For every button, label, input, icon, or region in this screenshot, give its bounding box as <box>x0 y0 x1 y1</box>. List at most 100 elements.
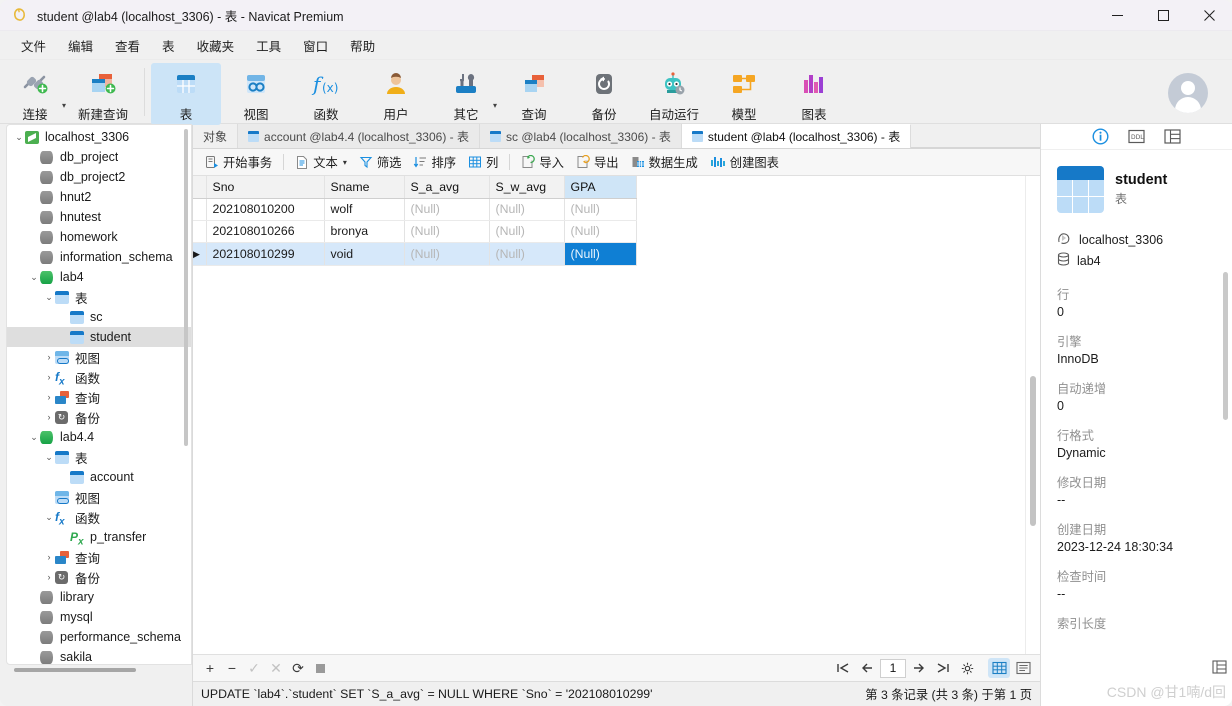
tree-item-db_project2[interactable]: db_project2 <box>7 167 191 187</box>
table-row[interactable]: 202108010266 bronya (Null) (Null) (Null) <box>193 220 637 243</box>
row-marker[interactable] <box>193 198 207 221</box>
begin-transaction-button[interactable]: 开始事务 <box>199 151 278 173</box>
menu-favorites[interactable]: 收藏夹 <box>186 32 246 59</box>
tree-item-sakila[interactable]: sakila <box>7 647 191 664</box>
toolbar-new-query[interactable]: 新建查询 <box>68 63 138 125</box>
tree-item-performance_schema[interactable]: performance_schema <box>7 627 191 647</box>
tree-item-[interactable]: 视图 <box>7 487 191 507</box>
delete-record-button[interactable]: − <box>221 658 243 678</box>
grid-view-button[interactable] <box>988 658 1010 678</box>
tree-item-[interactable]: › fx 函数 <box>7 367 191 387</box>
toolbar-function[interactable]: f (x) 函数 <box>291 63 361 125</box>
menu-table[interactable]: 表 <box>151 32 186 59</box>
tree-item-[interactable]: ⌄ fx 函数 <box>7 507 191 527</box>
columns-button[interactable]: 列 <box>462 151 504 173</box>
toolbar-model[interactable]: 模型 <box>709 63 779 125</box>
table-row[interactable]: ▶ 202108010299 void (Null) (Null) (Null) <box>193 242 637 266</box>
table-cell[interactable]: (Null) <box>489 198 565 221</box>
sidebar-horizontal-scrollbar[interactable] <box>14 668 184 677</box>
tree-item-[interactable]: › 视图 <box>7 347 191 367</box>
toolbar-chart[interactable]: 图表 <box>779 63 849 125</box>
tab-student[interactable]: student @lab4 (localhost_3306) - 表 <box>681 124 912 148</box>
menu-help[interactable]: 帮助 <box>339 32 386 59</box>
chevron-down-icon[interactable]: ⌄ <box>43 452 55 463</box>
page-number-input[interactable]: 1 <box>880 658 906 678</box>
column-header-GPA[interactable]: GPA <box>564 176 637 199</box>
prev-page-button[interactable] <box>856 658 878 678</box>
table-cell[interactable]: (Null) <box>404 242 490 266</box>
tree-item-p_transfer[interactable]: Px p_transfer <box>7 527 191 547</box>
column-header-S_a_avg[interactable]: S_a_avg <box>404 176 490 199</box>
chevron-down-icon[interactable]: ⌄ <box>43 512 55 523</box>
menu-tools[interactable]: 工具 <box>245 32 292 59</box>
sidebar-vertical-scrollbar[interactable] <box>183 129 190 624</box>
tree-item-[interactable]: › 查询 <box>7 547 191 567</box>
tree-item-information_schema[interactable]: information_schema <box>7 247 191 267</box>
data-grid[interactable]: Sno Sname S_a_avg S_w_avg GPA 202108010200 wol… <box>193 176 1025 654</box>
tree-item-[interactable]: ⌄ 表 <box>7 287 191 307</box>
tree-item-hnut2[interactable]: hnut2 <box>7 187 191 207</box>
row-marker[interactable] <box>193 220 207 243</box>
tree-item-hnutest[interactable]: hnutest <box>7 207 191 227</box>
tree-item-sc[interactable]: sc <box>7 307 191 327</box>
info-panel-scrollbar[interactable] <box>1223 154 1230 646</box>
menu-edit[interactable]: 编辑 <box>57 32 104 59</box>
import-button[interactable]: 导入 <box>515 151 570 173</box>
tree-item-[interactable]: › 查询 <box>7 387 191 407</box>
tree-item-account[interactable]: account <box>7 467 191 487</box>
toolbar-view[interactable]: 视图 <box>221 63 291 125</box>
chevron-down-icon[interactable]: ▾ <box>343 158 347 167</box>
tree-item-[interactable]: ⌄ 表 <box>7 447 191 467</box>
toolbar-user[interactable]: 用户 <box>361 63 431 125</box>
chevron-right-icon[interactable]: › <box>43 412 55 422</box>
table-cell[interactable]: wolf <box>324 198 405 221</box>
chevron-right-icon[interactable]: › <box>43 372 55 382</box>
table-cell[interactable]: 202108010200 <box>206 198 325 221</box>
column-header-Sname[interactable]: Sname <box>324 176 405 199</box>
ddl-tab[interactable]: DDL <box>1128 128 1146 146</box>
tree-item-student[interactable]: student <box>7 327 191 347</box>
chevron-right-icon[interactable]: › <box>43 552 55 562</box>
tree-item-db_project[interactable]: db_project <box>7 147 191 167</box>
data-table[interactable]: Sno Sname S_a_avg S_w_avg GPA 202108010200 wol… <box>193 176 637 266</box>
user-avatar[interactable] <box>1168 73 1208 113</box>
last-page-button[interactable] <box>932 658 954 678</box>
table-cell[interactable]: (Null) <box>489 220 565 243</box>
column-header-S_w_avg[interactable]: S_w_avg <box>489 176 565 199</box>
chevron-right-icon[interactable]: › <box>43 352 55 362</box>
object-tree[interactable]: ⌄ localhost_3306 db_project db_project2 hnut… <box>6 124 192 665</box>
table-cell[interactable]: 202108010299 <box>206 242 325 266</box>
toolbar-automation[interactable]: 自动运行 <box>639 63 709 125</box>
column-header-Sno[interactable]: Sno <box>206 176 325 199</box>
toolbar-other[interactable]: 其它 <box>431 63 501 125</box>
text-button[interactable]: 文本 ▾ <box>289 151 353 173</box>
table-cell[interactable]: bronya <box>324 220 405 243</box>
tree-item-[interactable]: › ↻ 备份 <box>7 567 191 587</box>
table-cell[interactable]: 202108010266 <box>206 220 325 243</box>
tree-item-lab4[interactable]: ⌄ lab4 <box>7 267 191 287</box>
chevron-right-icon[interactable]: › <box>43 392 55 402</box>
tree-item-[interactable]: › ↻ 备份 <box>7 407 191 427</box>
toolbar-connection[interactable]: 连接 <box>0 63 70 125</box>
tree-item-mysql[interactable]: mysql <box>7 607 191 627</box>
form-view-button[interactable] <box>1012 658 1034 678</box>
chevron-down-icon[interactable]: ⌄ <box>28 272 40 283</box>
filter-button[interactable]: 筛选 <box>353 151 408 173</box>
cancel-changes-button[interactable]: ✕ <box>265 658 287 678</box>
menu-window[interactable]: 窗口 <box>292 32 339 59</box>
export-button[interactable]: 导出 <box>570 151 625 173</box>
chevron-down-icon[interactable]: ⌄ <box>28 432 40 443</box>
chevron-down-icon[interactable]: ⌄ <box>43 292 55 303</box>
apply-changes-button[interactable]: ✓ <box>243 658 265 678</box>
tab-account[interactable]: account @lab4.4 (localhost_3306) - 表 <box>238 124 480 148</box>
table-cell[interactable]: void <box>324 242 405 266</box>
chevron-down-icon[interactable]: ⌄ <box>13 132 25 143</box>
add-record-button[interactable]: + <box>199 658 221 678</box>
row-marker[interactable]: ▶ <box>193 242 207 266</box>
chevron-right-icon[interactable]: › <box>43 572 55 582</box>
menu-file[interactable]: 文件 <box>10 32 57 59</box>
table-cell[interactable]: (Null) <box>564 198 637 221</box>
grid-vertical-scrollbar[interactable] <box>1025 176 1040 654</box>
table-cell[interactable]: (Null) <box>404 198 490 221</box>
connection-dropdown-caret[interactable]: ▾ <box>62 101 66 110</box>
